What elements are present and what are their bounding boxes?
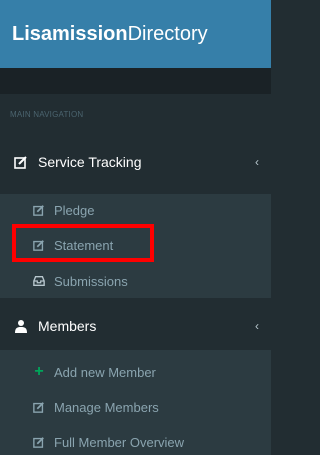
edit-icon (32, 436, 46, 448)
sidebar-item-label: Manage Members (54, 399, 159, 415)
sidebar-item-label: Members (38, 318, 97, 334)
sidebar-item-label: Add new Member (54, 364, 156, 380)
brand-name-bold: Lisamission (12, 22, 128, 45)
sidebar-item-statement[interactable]: Statement (0, 233, 271, 257)
main-navigation-header: MAIN NAVIGATION (10, 110, 84, 119)
sidebar-top-strip (0, 68, 271, 94)
sidebar: Lisamission Directory MAIN NAVIGATION Ser… (0, 0, 271, 455)
sidebar-item-submissions[interactable]: Submissions (0, 269, 271, 293)
sidebar-item-manage-members[interactable]: Manage Members (0, 395, 271, 419)
sidebar-item-label: Submissions (54, 273, 128, 289)
chevron-left-icon: ‹ (255, 155, 259, 169)
sidebar-item-service-tracking[interactable]: Service Tracking ‹ (0, 146, 271, 178)
sidebar-item-label: Full Member Overview (54, 434, 185, 450)
sidebar-item-full-member-overview[interactable]: Full Member Overview (0, 430, 271, 454)
sidebar-item-label: Pledge (54, 202, 95, 218)
chevron-left-icon: ‹ (255, 319, 259, 333)
brand-logo[interactable]: Lisamission Directory (0, 0, 271, 68)
sidebar-item-label: Service Tracking (38, 154, 142, 170)
sidebar-item-label: Statement (54, 237, 114, 253)
inbox-icon (32, 275, 46, 287)
sidebar-item-pledge[interactable]: Pledge (0, 198, 271, 222)
sidebar-item-add-new-member[interactable]: + Add new Member (0, 360, 271, 384)
plus-icon: + (34, 363, 44, 380)
brand-name-light: Directory (127, 22, 208, 45)
edit-icon (14, 155, 28, 169)
edit-icon (32, 239, 46, 251)
user-icon (14, 319, 28, 333)
sidebar-item-members[interactable]: Members ‹ (0, 310, 271, 342)
edit-icon (32, 401, 46, 413)
edit-icon (32, 204, 46, 216)
